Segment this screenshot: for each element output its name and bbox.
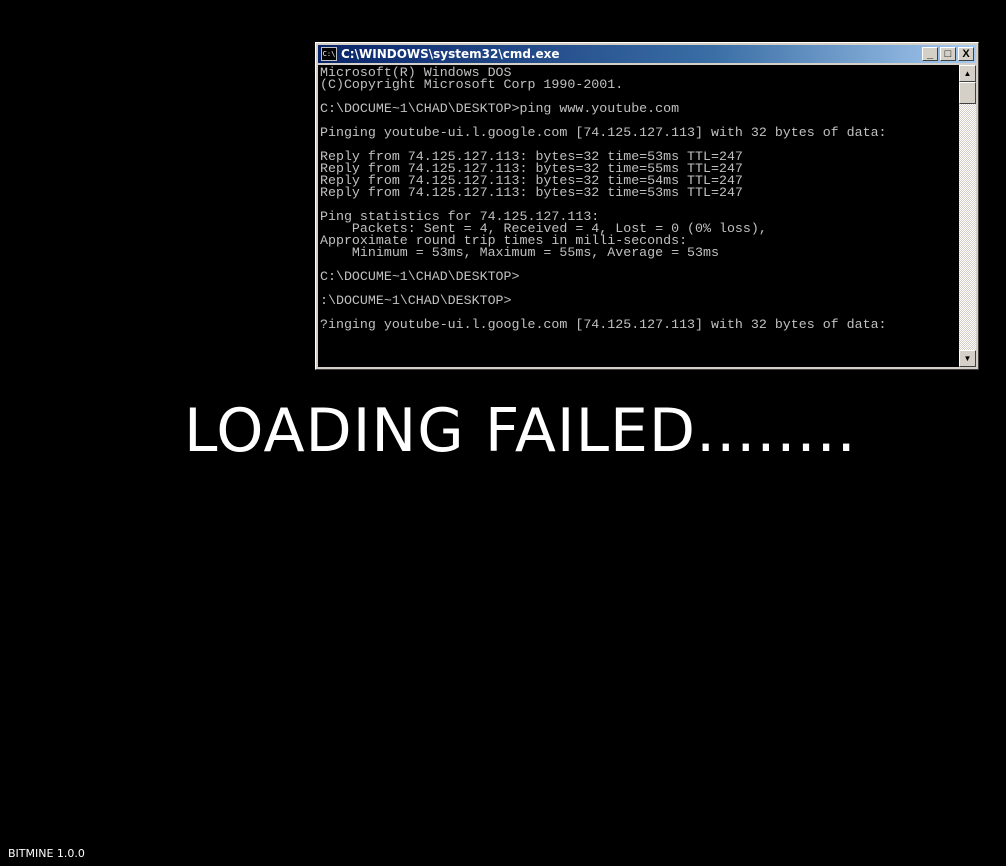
close-button[interactable]: X [958, 47, 974, 61]
scrollbar-thumb[interactable] [959, 82, 976, 104]
minimize-button[interactable]: _ [922, 47, 938, 61]
cmd-window[interactable]: C:\ C:\WINDOWS\system32\cmd.exe _ □ X Mi… [315, 42, 979, 370]
console-line: :\DOCUME~1\CHAD\DESKTOP> [320, 293, 512, 308]
console-line: Reply from 74.125.127.113: bytes=32 time… [320, 185, 743, 200]
scroll-down-arrow-icon[interactable]: ▼ [959, 350, 976, 367]
scroll-up-arrow-icon[interactable]: ▲ [959, 65, 976, 82]
console-output[interactable]: Microsoft(R) Windows DOS (C)Copyright Mic… [318, 65, 959, 367]
maximize-button[interactable]: □ [940, 47, 956, 61]
window-title: C:\WINDOWS\system32\cmd.exe [341, 47, 560, 61]
console-line: ?inging youtube-ui.l.google.com [74.125.… [320, 317, 887, 332]
console-line: Pinging youtube-ui.l.google.com [74.125.… [320, 125, 887, 140]
console-line: (C)Copyright Microsoft Corp 1990-2001. [320, 77, 624, 92]
cmd-icon: C:\ [321, 47, 337, 61]
console-line: C:\DOCUME~1\CHAD\DESKTOP>ping www.youtub… [320, 101, 680, 116]
title-bar[interactable]: C:\ C:\WINDOWS\system32\cmd.exe _ □ X [318, 45, 976, 63]
vertical-scrollbar[interactable]: ▲ ▼ [959, 65, 976, 367]
version-label: BITMINE 1.0.0 [8, 847, 85, 860]
console-line: C:\DOCUME~1\CHAD\DESKTOP> [320, 269, 520, 284]
loading-failed-message: LOADING FAILED........ [184, 396, 857, 466]
console-line: Minimum = 53ms, Maximum = 55ms, Average … [320, 245, 719, 260]
